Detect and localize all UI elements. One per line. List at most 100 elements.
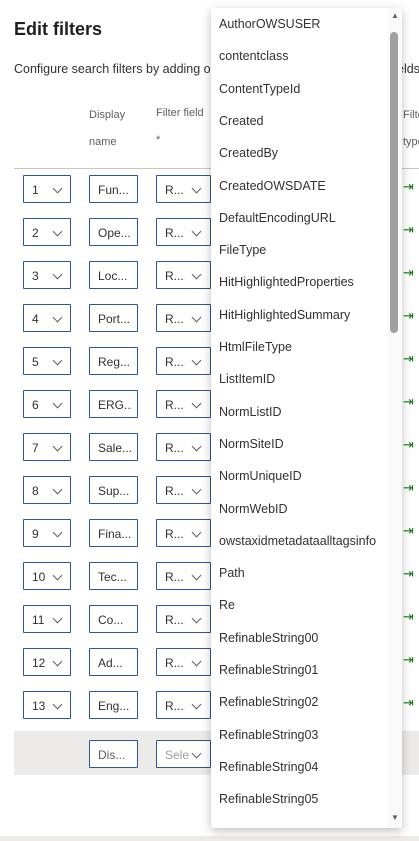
dropdown-option[interactable]: DefaultEncodingURL bbox=[219, 211, 336, 225]
dropdown-option[interactable]: Created bbox=[219, 114, 263, 128]
display-name-input[interactable]: Co... bbox=[89, 605, 138, 633]
dropdown-option[interactable]: HtmlFileType bbox=[219, 340, 292, 354]
display-name-value: Tec... bbox=[98, 570, 127, 584]
dropdown-option[interactable]: FileType bbox=[219, 243, 266, 257]
display-name-input[interactable]: Fun... bbox=[89, 175, 138, 203]
filter-field-dropdown-menu: AuthorOWSUSER contentclass ContentTypeId Cr… bbox=[211, 8, 402, 828]
row-index-value: 3 bbox=[32, 269, 39, 283]
filter-field-dropdown[interactable]: R... bbox=[156, 433, 211, 461]
display-name-value: Eng... bbox=[98, 699, 130, 713]
row-index-dropdown[interactable]: 6 bbox=[23, 390, 71, 418]
chevron-down-icon bbox=[52, 441, 63, 452]
new-filter-field-dropdown[interactable]: Sele bbox=[156, 740, 211, 768]
filter-field-value: R... bbox=[165, 398, 184, 412]
dropdown-option[interactable]: NormListID bbox=[219, 405, 282, 419]
row-index-value: 2 bbox=[32, 226, 39, 240]
dropdown-option[interactable]: ContentTypeId bbox=[219, 82, 300, 96]
dropdown-option[interactable]: NormWebID bbox=[219, 502, 288, 516]
dropdown-option[interactable]: Path bbox=[219, 566, 245, 580]
filter-field-value: R... bbox=[165, 226, 184, 240]
display-name-value: ERG... bbox=[98, 398, 132, 412]
row-index-dropdown[interactable]: 12 bbox=[23, 648, 71, 676]
filter-field-dropdown[interactable]: R... bbox=[156, 347, 211, 375]
row-index-dropdown[interactable]: 1 bbox=[23, 175, 71, 203]
dropdown-option[interactable]: AuthorOWSUSER bbox=[219, 17, 320, 31]
new-display-name-placeholder: Dis... bbox=[98, 748, 126, 762]
dropdown-option[interactable]: CreatedBy bbox=[219, 146, 278, 160]
dropdown-option[interactable]: CreatedOWSDATE bbox=[219, 179, 326, 193]
filter-field-dropdown[interactable]: R... bbox=[156, 390, 211, 418]
new-display-name-input[interactable]: Dis... bbox=[89, 740, 138, 768]
row-index-dropdown[interactable]: 9 bbox=[23, 519, 71, 547]
dropdown-option[interactable]: RefinableString02 bbox=[219, 695, 318, 709]
row-index-dropdown[interactable]: 13 bbox=[23, 691, 71, 719]
filter-field-value: R... bbox=[165, 183, 184, 197]
display-name-input[interactable]: Loc... bbox=[89, 261, 138, 289]
row-index-value: 7 bbox=[32, 441, 39, 455]
filter-field-dropdown[interactable]: R... bbox=[156, 605, 211, 633]
row-index-dropdown[interactable]: 10 bbox=[23, 562, 71, 590]
header-display-name-1: Display bbox=[89, 109, 126, 121]
row-index-value: 10 bbox=[32, 570, 46, 584]
row-index-dropdown[interactable]: 3 bbox=[23, 261, 71, 289]
chevron-down-icon bbox=[191, 269, 202, 280]
scrollbar-thumb[interactable] bbox=[390, 32, 398, 333]
arrow-right-bar-icon: ⇥ bbox=[403, 179, 414, 194]
dropdown-option[interactable]: ListItemID bbox=[219, 372, 275, 386]
filter-field-dropdown[interactable]: R... bbox=[156, 261, 211, 289]
panel-description: Configure search filters by adding o bbox=[14, 62, 211, 76]
row-index-dropdown[interactable]: 7 bbox=[23, 433, 71, 461]
dropdown-option[interactable]: HitHighlightedProperties bbox=[219, 275, 354, 289]
chevron-down-icon bbox=[52, 699, 63, 710]
row-index-dropdown[interactable]: 11 bbox=[23, 605, 71, 633]
filter-field-dropdown[interactable]: R... bbox=[156, 691, 211, 719]
display-name-input[interactable]: Fina... bbox=[89, 519, 138, 547]
arrow-right-bar-icon: ⇥ bbox=[403, 480, 414, 495]
dropdown-option[interactable]: NormUniqueID bbox=[219, 469, 302, 483]
arrow-right-bar-icon: ⇥ bbox=[403, 351, 414, 366]
chevron-down-icon bbox=[52, 484, 63, 495]
row-index-value: 12 bbox=[32, 656, 46, 670]
filter-field-dropdown[interactable]: R... bbox=[156, 648, 211, 676]
dropdown-option[interactable]: owstaxidmetadataalltagsinfo bbox=[219, 534, 376, 548]
filter-field-dropdown[interactable]: R... bbox=[156, 175, 211, 203]
row-index-value: 4 bbox=[32, 312, 39, 326]
filter-field-dropdown[interactable]: R... bbox=[156, 304, 211, 332]
scroll-up-icon[interactable]: ▲ bbox=[391, 11, 399, 20]
display-name-input[interactable]: Ope... bbox=[89, 218, 138, 246]
dropdown-option[interactable]: Re bbox=[219, 598, 235, 612]
row-index-value: 11 bbox=[32, 613, 45, 627]
row-index-dropdown[interactable]: 4 bbox=[23, 304, 71, 332]
filter-field-dropdown[interactable]: R... bbox=[156, 562, 211, 590]
filter-field-dropdown[interactable]: R... bbox=[156, 476, 211, 504]
dropdown-option[interactable]: HitHighlightedSummary bbox=[219, 308, 350, 322]
row-index-dropdown[interactable]: 8 bbox=[23, 476, 71, 504]
display-name-input[interactable]: Sale... bbox=[89, 433, 138, 461]
dropdown-option[interactable]: RefinableString04 bbox=[219, 760, 318, 774]
filter-field-dropdown[interactable]: R... bbox=[156, 519, 211, 547]
header-filter-field-2: * bbox=[156, 134, 161, 146]
dropdown-option[interactable]: contentclass bbox=[219, 49, 288, 63]
display-name-input[interactable]: Eng... bbox=[89, 691, 138, 719]
display-name-value: Reg... bbox=[98, 355, 131, 369]
dropdown-option[interactable]: RefinableString05 bbox=[219, 792, 318, 806]
filter-field-value: R... bbox=[165, 355, 184, 369]
dropdown-option[interactable]: RefinableString00 bbox=[219, 631, 318, 645]
display-name-input[interactable]: ERG... bbox=[89, 390, 138, 418]
row-index-dropdown[interactable]: 5 bbox=[23, 347, 71, 375]
display-name-input[interactable]: Sup... bbox=[89, 476, 138, 504]
chevron-down-icon bbox=[52, 355, 63, 366]
dropdown-option[interactable]: RefinableString03 bbox=[219, 728, 318, 742]
filter-field-dropdown[interactable]: R... bbox=[156, 218, 211, 246]
bottom-divider bbox=[0, 836, 419, 841]
chevron-down-icon bbox=[191, 570, 202, 581]
dropdown-option[interactable]: RefinableString01 bbox=[219, 663, 318, 677]
dropdown-option[interactable]: NormSiteID bbox=[219, 437, 284, 451]
scroll-down-icon[interactable]: ▼ bbox=[391, 813, 399, 822]
display-name-input[interactable]: Tec... bbox=[89, 562, 138, 590]
display-name-input[interactable]: Port... bbox=[89, 304, 138, 332]
row-index-dropdown[interactable]: 2 bbox=[23, 218, 71, 246]
filter-field-value: R... bbox=[165, 269, 184, 283]
display-name-input[interactable]: Reg... bbox=[89, 347, 138, 375]
display-name-input[interactable]: Ad... bbox=[89, 648, 138, 676]
